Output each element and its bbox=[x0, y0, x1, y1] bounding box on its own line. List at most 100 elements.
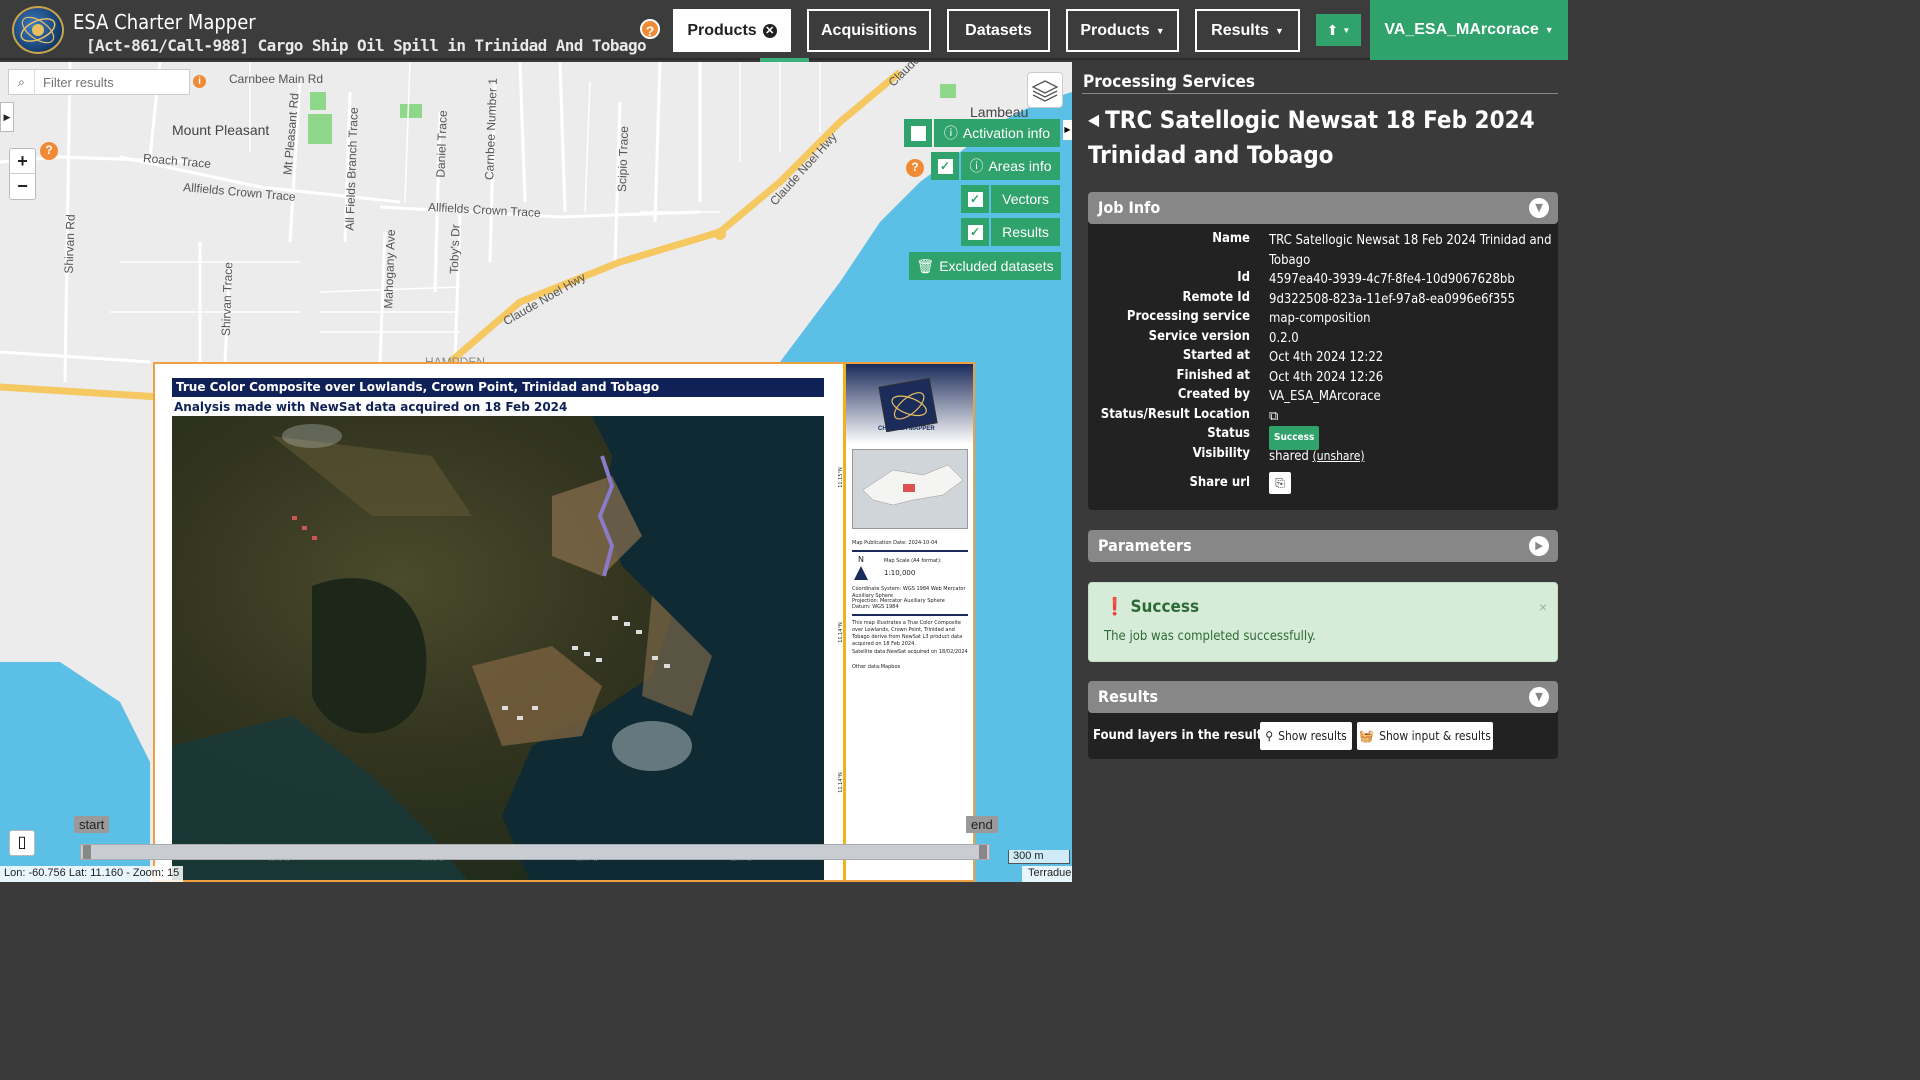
acquisitions-label: Acquisitions bbox=[820, 21, 917, 39]
trash-icon: 🗑 bbox=[916, 257, 935, 274]
acquisitions-button[interactable]: Acquisitions bbox=[807, 9, 931, 52]
attribution[interactable]: Terradue bbox=[1022, 866, 1072, 882]
parameters-header[interactable]: Parameters ▶ bbox=[1088, 530, 1558, 562]
chevron-down-icon[interactable]: ▼ bbox=[1529, 198, 1549, 218]
layers-button[interactable] bbox=[1027, 72, 1063, 108]
charter-mapper-text: CHARTER MAPPER bbox=[878, 426, 935, 432]
timeline-end-handle[interactable] bbox=[979, 845, 987, 859]
exclamation-icon: ❗ bbox=[1104, 597, 1126, 617]
vectors-checkbox[interactable]: ✓ bbox=[961, 185, 989, 213]
show-input-results-button[interactable]: 🧺 Show input & results bbox=[1357, 722, 1493, 750]
map-label: Toby's Dr bbox=[446, 223, 463, 275]
user-menu[interactable]: VA_ESA_MArcorace ▼ bbox=[1370, 0, 1568, 60]
chevron-down-icon[interactable]: ▼ bbox=[1529, 687, 1549, 707]
map-view[interactable]: Carnbee Main Rd Mount Pleasant Roach Tra… bbox=[0, 62, 1072, 882]
composition-title: True Color Composite over Lowlands, Crow… bbox=[172, 378, 824, 397]
info-key: Visibility bbox=[1192, 446, 1250, 461]
vectors-label: Vectors bbox=[1002, 191, 1049, 207]
satellite-data-text: Satellite data:NewSat acquired on 18/02/… bbox=[852, 649, 968, 655]
areas-info-button[interactable]: ⓘ Areas info bbox=[961, 152, 1060, 180]
results-layer-button[interactable]: Results bbox=[991, 218, 1060, 246]
coordinates-readout: Lon: -60.756 Lat: 11.160 - Zoom: 15 bbox=[0, 866, 184, 882]
user-name: VA_ESA_MArcorace bbox=[1384, 21, 1539, 38]
datum-text: Datum: WGS 1984 bbox=[852, 604, 899, 610]
unshare-link[interactable]: (unshare) bbox=[1313, 449, 1365, 463]
activation-info-button[interactable]: ⓘ Activation info bbox=[934, 119, 1060, 147]
help-icon[interactable]: ? bbox=[40, 142, 58, 160]
info-key: Finished at bbox=[1176, 368, 1250, 383]
results-dropdown[interactable]: Results ▼ bbox=[1195, 9, 1300, 52]
job-info-header[interactable]: Job Info ▼ bbox=[1088, 192, 1558, 224]
excluded-datasets-button[interactable]: 🗑 Excluded datasets bbox=[909, 252, 1061, 280]
vectors-button[interactable]: Vectors bbox=[991, 185, 1060, 213]
info-value: 4597ea40-3939-4c7f-8fe4-10d9067628bb bbox=[1269, 272, 1515, 287]
satellite-image bbox=[172, 416, 824, 880]
external-link-icon[interactable]: ⧉ bbox=[1269, 407, 1553, 427]
info-value: Oct 4th 2024 12:22 bbox=[1269, 350, 1384, 365]
book-icon[interactable]: ▯ bbox=[9, 830, 35, 856]
charter-mapper-logo bbox=[878, 377, 938, 433]
results-header[interactable]: Results ▼ bbox=[1088, 681, 1558, 713]
results-title: Results bbox=[1098, 687, 1159, 706]
alert-title-text: Success bbox=[1130, 597, 1200, 617]
timeline-start[interactable]: start bbox=[74, 816, 110, 833]
activation-info-checkbox[interactable] bbox=[904, 119, 932, 147]
filter-results[interactable]: ⌕ bbox=[8, 69, 190, 95]
info-icon[interactable]: i bbox=[193, 75, 206, 88]
parameters-section: Parameters ▶ bbox=[1088, 530, 1558, 562]
upload-dropdown[interactable]: ⬆ ▼ bbox=[1316, 14, 1361, 46]
success-alert: ❗ Success The job was completed successf… bbox=[1088, 582, 1558, 662]
timeline-slider[interactable] bbox=[80, 844, 990, 860]
inset-overview-map bbox=[852, 449, 968, 529]
top-header: ESA Charter Mapper [Act-861/Call-988] Ca… bbox=[0, 0, 1568, 62]
divider bbox=[852, 614, 968, 616]
tab-products-active[interactable]: Products ✕ bbox=[673, 9, 791, 52]
help-icon[interactable]: ? bbox=[640, 19, 660, 39]
map-label: Shirvan Rd bbox=[61, 214, 78, 274]
activation-title: [Act-861/Call-988] Cargo Ship Oil Spill … bbox=[86, 36, 647, 55]
info-key: Name bbox=[1212, 231, 1250, 246]
chevron-right-icon[interactable]: ▶ bbox=[1529, 536, 1549, 556]
north-label: N bbox=[858, 555, 864, 564]
products-dropdown[interactable]: Products ▼ bbox=[1066, 9, 1179, 52]
zoom-in-button[interactable]: + bbox=[10, 149, 35, 174]
results-checkbox[interactable]: ✓ bbox=[961, 218, 989, 246]
datasets-button[interactable]: Datasets bbox=[947, 9, 1050, 52]
help-icon[interactable]: ? bbox=[906, 159, 924, 177]
upload-icon: ⬆ bbox=[1326, 21, 1339, 38]
processing-services-panel: Processing Services ◀ TRC Satellogic News… bbox=[1072, 62, 1568, 882]
copy-icon[interactable]: ⎘ bbox=[1269, 472, 1291, 494]
esa-charter-logo[interactable] bbox=[12, 6, 64, 54]
close-icon[interactable]: × bbox=[1539, 599, 1547, 615]
info-icon: ⓘ bbox=[943, 125, 958, 141]
panel-heading: Processing Services bbox=[1083, 72, 1256, 92]
info-key: Status/Result Location bbox=[1100, 407, 1250, 422]
back-arrow-icon[interactable]: ◀ bbox=[1088, 110, 1099, 129]
collapse-panel-arrow[interactable]: ▶ bbox=[1063, 120, 1072, 140]
map-composition-overlay[interactable]: True Color Composite over Lowlands, Crow… bbox=[153, 362, 975, 882]
caret-down-icon: ▼ bbox=[1155, 25, 1165, 36]
publication-date: Map Publication Date: 2024-10-04 bbox=[852, 540, 938, 546]
caret-down-icon: ▼ bbox=[1274, 25, 1284, 36]
layers-icon bbox=[1031, 80, 1059, 102]
composition-subtitle: Analysis made with NewSat data acquired … bbox=[174, 400, 568, 414]
other-data-text: Other data:Mapbox bbox=[852, 664, 901, 670]
zoom-out-button[interactable]: − bbox=[10, 174, 35, 199]
divider bbox=[852, 550, 968, 552]
areas-info-checkbox[interactable]: ✓ bbox=[931, 152, 959, 180]
filter-results-input[interactable] bbox=[35, 74, 185, 90]
show-results-label: Show results bbox=[1278, 729, 1347, 743]
show-results-button[interactable]: ⚲ Show results bbox=[1260, 722, 1352, 750]
results-layer-label: Results bbox=[1002, 224, 1049, 240]
info-icon: ⓘ bbox=[969, 158, 984, 174]
map-label: Scipio Trace bbox=[614, 125, 632, 193]
scale-value: 1:10,000 bbox=[884, 569, 916, 577]
alert-title: ❗ Success bbox=[1104, 597, 1199, 617]
timeline-start-handle[interactable] bbox=[83, 845, 91, 859]
parameters-title: Parameters bbox=[1098, 536, 1192, 555]
job-title[interactable]: ◀ TRC Satellogic Newsat 18 Feb 2024 Trini… bbox=[1088, 102, 1562, 173]
close-icon[interactable]: ✕ bbox=[762, 23, 777, 38]
results-dropdown-label: Results bbox=[1211, 21, 1269, 39]
timeline-end[interactable]: end bbox=[966, 816, 998, 833]
sidebar-toggle[interactable]: ▶ bbox=[0, 102, 14, 132]
